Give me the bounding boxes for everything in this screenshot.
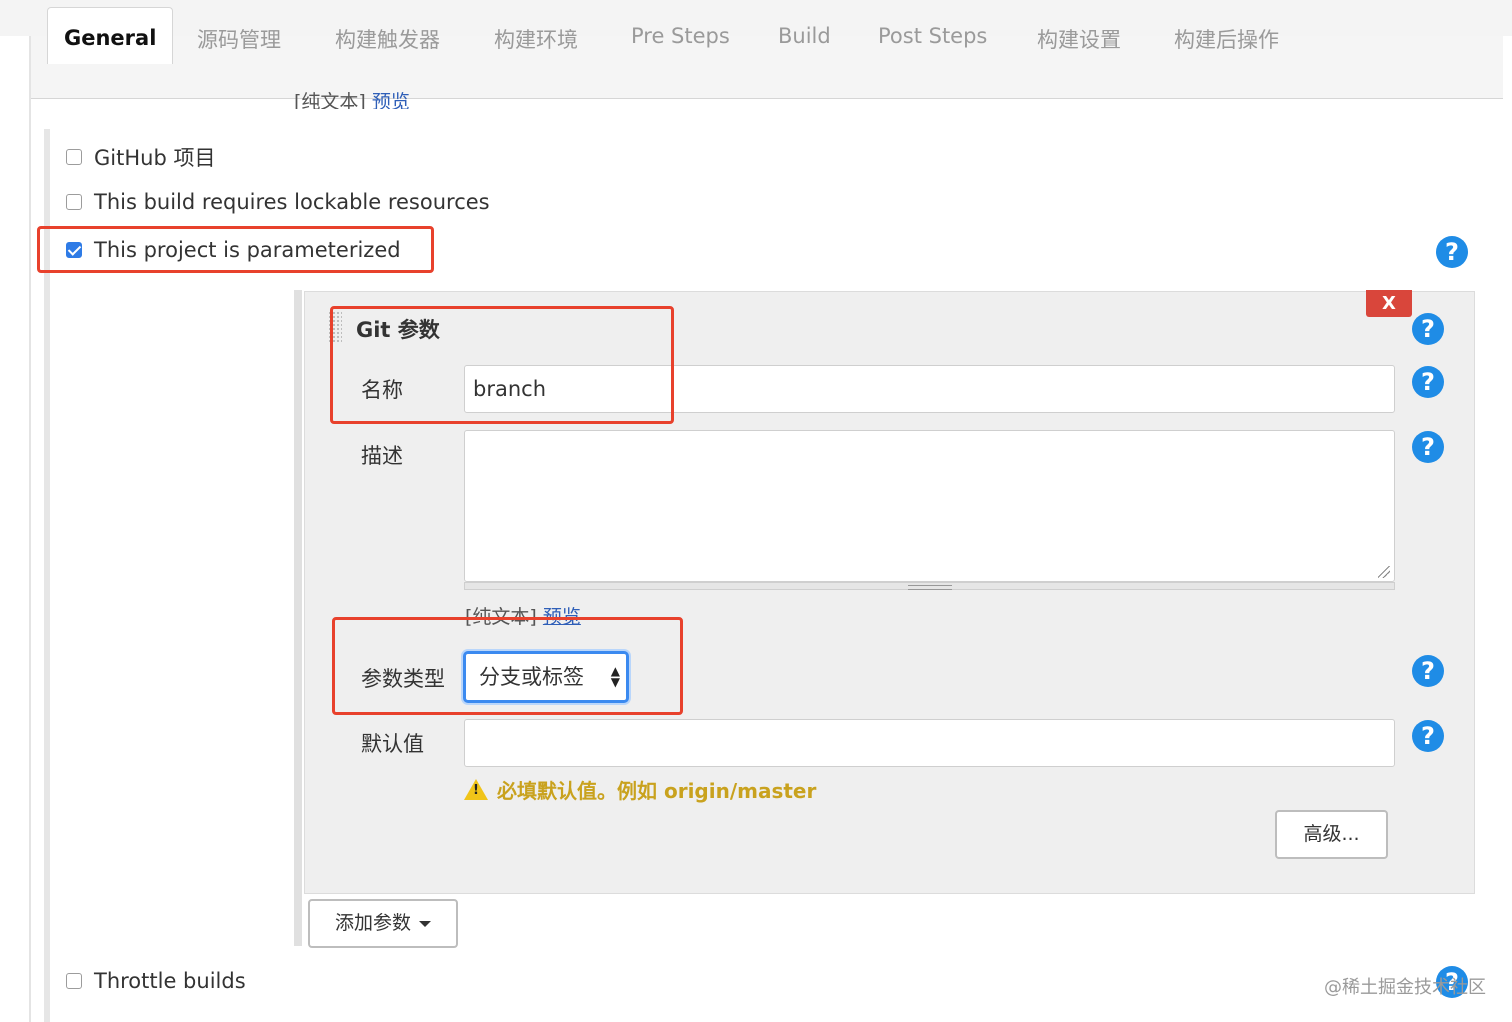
help-icon-git-parameter[interactable]: ?	[1412, 313, 1444, 345]
textarea-resize-handle-icon[interactable]	[1378, 566, 1390, 578]
description-label: 描述	[361, 444, 403, 468]
tab-source-management[interactable]: 源码管理	[197, 24, 281, 54]
advanced-button[interactable]: 高级...	[1275, 810, 1388, 859]
warning-icon	[464, 779, 488, 800]
highlight-parameterized	[37, 226, 434, 273]
watermark: @稀土掘金技术社区	[1324, 977, 1486, 998]
github-project-option[interactable]: GitHub 项目	[66, 142, 215, 172]
github-project-checkbox[interactable]	[66, 149, 82, 165]
lockable-resources-option[interactable]: This build requires lockable resources	[66, 190, 490, 214]
throttle-builds-checkbox[interactable]	[66, 973, 82, 989]
description-textarea[interactable]	[464, 430, 1395, 582]
tab-post-steps[interactable]: Post Steps	[878, 24, 987, 48]
dropdown-caret-icon	[419, 920, 431, 927]
help-icon-description[interactable]: ?	[1412, 431, 1444, 463]
tab-build-triggers[interactable]: 构建触发器	[335, 24, 440, 54]
parameter-section-bar	[294, 290, 302, 946]
tab-post-build-actions[interactable]: 构建后操作	[1174, 24, 1279, 54]
lockable-resources-label: This build requires lockable resources	[94, 190, 490, 214]
description-footer: [纯文本] 预览	[294, 87, 410, 109]
github-project-label: GitHub 项目	[94, 146, 216, 170]
plain-text-label: [纯文本]	[294, 91, 366, 109]
tab-build-settings[interactable]: 构建设置	[1037, 24, 1121, 54]
help-icon-parameterized[interactable]: ?	[1436, 236, 1468, 268]
default-value-label: 默认值	[361, 732, 424, 756]
help-icon-name[interactable]: ?	[1412, 366, 1444, 398]
throttle-builds-option[interactable]: Throttle builds	[66, 969, 246, 993]
default-value-warning: 必填默认值。例如 origin/master	[464, 775, 816, 804]
delete-parameter-button[interactable]: X	[1366, 290, 1412, 317]
highlight-git-name	[330, 306, 674, 424]
textarea-grip[interactable]	[464, 582, 1395, 590]
throttle-builds-label: Throttle builds	[94, 969, 246, 993]
preview-link[interactable]: 预览	[372, 91, 410, 109]
tab-build-environment[interactable]: 构建环境	[494, 24, 578, 54]
left-border	[29, 36, 31, 1022]
help-icon-default-value[interactable]: ?	[1412, 720, 1444, 752]
highlight-parameter-type	[332, 617, 683, 715]
warning-text: 必填默认值。例如 origin/master	[497, 779, 817, 803]
lockable-resources-checkbox[interactable]	[66, 194, 82, 210]
tab-general[interactable]: General	[47, 7, 174, 64]
default-value-input[interactable]	[464, 719, 1395, 767]
tab-pre-steps[interactable]: Pre Steps	[631, 24, 730, 48]
help-icon-parameter-type[interactable]: ?	[1412, 655, 1444, 687]
add-parameter-button[interactable]: 添加参数	[308, 899, 458, 948]
add-parameter-label: 添加参数	[334, 912, 411, 934]
tab-build[interactable]: Build	[778, 24, 831, 48]
